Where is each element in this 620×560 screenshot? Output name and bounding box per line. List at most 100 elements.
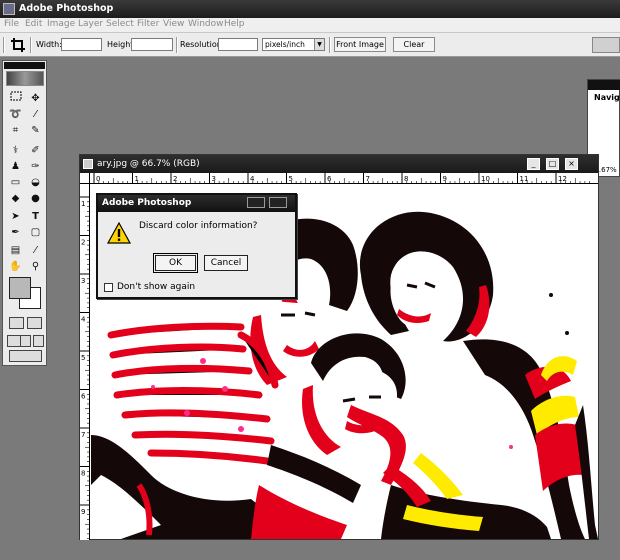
cancel-button[interactable]: Cancel — [204, 255, 248, 271]
palette-well[interactable] — [592, 37, 620, 53]
path-selection-tool-icon[interactable]: ➤ — [6, 209, 25, 224]
photoshop-app-icon — [3, 3, 15, 15]
menu-select[interactable]: Select — [106, 19, 134, 29]
warning-icon — [106, 221, 132, 247]
ruler-origin[interactable] — [80, 173, 90, 184]
shape-tool-icon[interactable]: ▢ — [26, 225, 45, 240]
document-title: ary.jpg @ 66.7% (RGB) — [97, 159, 200, 169]
resolution-units-select[interactable]: pixels/inch ▼ — [262, 38, 325, 51]
toolbox: ✥ ➰ ⁄ ⌗ ✎ ⚕ ✐ ♟ ✑ ▭ ◒ ◆ ● ➤ T ✒ ▢ ▤ ⁄ ✋ … — [2, 60, 47, 366]
options-separator — [329, 37, 331, 53]
ruler-label: 6 — [81, 393, 86, 401]
ruler-label: 6 — [327, 175, 332, 183]
brush-tool-icon[interactable]: ✐ — [26, 143, 45, 158]
resolution-units-value: pixels/inch — [265, 40, 305, 49]
options-bar: Width: Height: Resolution: pixels/inch ▼… — [0, 33, 620, 57]
lasso-tool-icon[interactable]: ➰ — [6, 107, 25, 122]
crop-tool-icon[interactable] — [11, 38, 25, 52]
front-image-button[interactable]: Front Image — [334, 37, 386, 52]
ruler-label: 2 — [81, 239, 85, 247]
marquee-tool-icon[interactable] — [6, 91, 25, 106]
screen-mode-full-menu-icon[interactable] — [20, 335, 31, 347]
screen-mode-full-icon[interactable] — [33, 335, 44, 347]
blur-tool-icon[interactable]: ◆ — [6, 191, 25, 206]
discard-color-dialog: Adobe Photoshop Discard color informatio… — [96, 193, 297, 299]
dont-show-again-checkbox[interactable] — [104, 283, 113, 292]
dialog-close-button[interactable] — [269, 197, 287, 208]
slice-tool-icon[interactable]: ✎ — [26, 123, 45, 138]
history-brush-tool-icon[interactable]: ✑ — [26, 159, 45, 174]
paint-bucket-tool-icon[interactable]: ◒ — [26, 175, 45, 190]
options-separator — [30, 37, 32, 53]
dialog-title: Adobe Photoshop — [102, 198, 192, 208]
toolbox-title-bar[interactable] — [4, 62, 45, 69]
width-input[interactable] — [61, 38, 102, 51]
tab-navigator[interactable]: Navig — [594, 93, 620, 102]
zoom-tool-icon[interactable]: ⚲ — [26, 259, 45, 274]
eraser-tool-icon[interactable]: ▭ — [6, 175, 25, 190]
ruler-label: 5 — [289, 175, 293, 183]
resolution-input[interactable] — [218, 38, 258, 51]
menu-view[interactable]: View — [163, 19, 184, 29]
menu-file[interactable]: File — [4, 19, 19, 29]
type-tool-icon[interactable]: T — [26, 209, 45, 224]
document-title-bar[interactable]: ary.jpg @ 66.7% (RGB) _ □ × — [80, 155, 598, 173]
menu-layer[interactable]: Layer — [78, 19, 103, 29]
dont-show-again-label[interactable]: Don't show again — [117, 282, 195, 292]
app-title: Adobe Photoshop — [19, 3, 114, 14]
clear-button[interactable]: Clear — [393, 37, 435, 52]
foreground-color-swatch[interactable] — [9, 277, 31, 299]
standard-mode-icon[interactable] — [9, 317, 24, 329]
ruler-label: 7 — [81, 431, 85, 439]
ruler-label: 3 — [81, 277, 85, 285]
ruler-label: 2 — [173, 175, 177, 183]
minimize-button[interactable]: _ — [527, 158, 540, 170]
menu-image[interactable]: Image — [47, 19, 75, 29]
dodge-tool-icon[interactable]: ● — [26, 191, 45, 206]
jump-to-imageready-icon[interactable] — [9, 350, 42, 362]
menu-help[interactable]: Help — [224, 19, 245, 29]
move-tool-icon[interactable]: ✥ — [26, 91, 45, 106]
menu-edit[interactable]: Edit — [25, 19, 42, 29]
document-icon — [83, 159, 93, 169]
adobe-logo[interactable] — [6, 71, 44, 86]
ruler-label: 8 — [81, 470, 85, 478]
ruler-label: 5 — [81, 354, 85, 362]
ruler-label: 9 — [443, 175, 447, 183]
ruler-label: 4 — [81, 316, 86, 324]
ruler-label: 1 — [135, 175, 139, 183]
notes-tool-icon[interactable]: ▤ — [6, 243, 25, 258]
close-button[interactable]: × — [565, 158, 578, 170]
menu-filter[interactable]: Filter — [137, 19, 159, 29]
quick-mask-mode-icon[interactable] — [27, 317, 42, 329]
healing-brush-tool-icon[interactable]: ⚕ — [6, 143, 25, 158]
ruler-label: 1 — [81, 200, 85, 208]
eyedropper-tool-icon[interactable]: ⁄ — [26, 243, 45, 258]
vertical-ruler[interactable]: 1 2 3 4 5 6 7 8 9 — [80, 184, 90, 540]
ok-button[interactable]: OK — [153, 253, 198, 273]
crop-tool-icon[interactable]: ⌗ — [6, 123, 25, 138]
ruler-label: 7 — [366, 175, 370, 183]
menu-bar: File Edit Image Layer Select Filter View… — [0, 18, 620, 33]
ruler-label: 3 — [212, 175, 216, 183]
dialog-title-bar[interactable]: Adobe Photoshop — [98, 195, 295, 212]
magic-wand-tool-icon[interactable]: ⁄ — [26, 107, 45, 122]
chevron-down-icon: ▼ — [314, 39, 324, 50]
app-title-bar: Adobe Photoshop — [0, 0, 620, 18]
navigator-title-bar[interactable] — [588, 80, 620, 90]
options-separator — [176, 37, 178, 53]
dialog-minimize-button[interactable] — [247, 197, 265, 208]
pen-tool-icon[interactable]: ✒ — [6, 225, 25, 240]
menu-window[interactable]: Window — [188, 19, 224, 29]
ruler-label: 4 — [250, 175, 255, 183]
horizontal-ruler[interactable]: 0 1 2 3 4 5 6 7 8 9 10 11 12 — [90, 173, 598, 184]
hand-tool-icon[interactable]: ✋ — [6, 259, 25, 274]
clone-stamp-tool-icon[interactable]: ♟ — [6, 159, 25, 174]
width-label: Width: — [36, 40, 62, 49]
height-input[interactable] — [131, 38, 173, 51]
ruler-label: 9 — [81, 508, 85, 516]
maximize-button[interactable]: □ — [546, 158, 559, 170]
ruler-label: 8 — [404, 175, 408, 183]
ruler-label: 0 — [96, 175, 100, 183]
options-grip — [3, 37, 5, 53]
